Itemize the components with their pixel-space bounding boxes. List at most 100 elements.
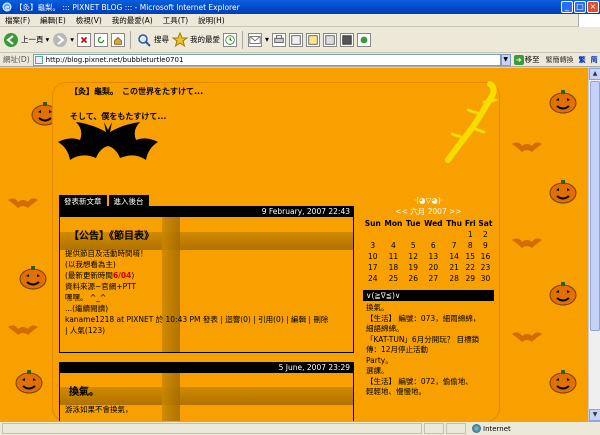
menu-view[interactable]: 檢視(V) <box>71 15 107 26</box>
favorites-button[interactable]: 我的最愛 <box>172 31 220 48</box>
bat-icon <box>58 122 158 160</box>
weekday-header: Wed <box>424 219 443 228</box>
menu-tools[interactable]: 工具(T) <box>158 15 193 26</box>
search-button[interactable]: 搜尋 <box>136 32 169 48</box>
maximize-button[interactable]: □ <box>574 1 586 13</box>
close-button[interactable]: × <box>587 1 599 13</box>
post-text: (最新更新時間6/04) <box>65 270 348 281</box>
calendar-day: 7 <box>451 241 457 250</box>
discuss-icon[interactable] <box>306 32 321 47</box>
recent-post-link[interactable]: 「KAT-TUN」6月分開玩？ 目標鎖 <box>366 335 491 346</box>
calendar-day: 19 <box>408 263 418 272</box>
network-icon[interactable] <box>357 32 372 47</box>
recent-post-link[interactable]: 細語綿綿。 <box>366 324 491 335</box>
recent-post-link[interactable]: 選課。 <box>366 366 491 377</box>
search-label: 搜尋 <box>154 35 170 44</box>
recent-post-link[interactable]: 換氣。 <box>366 303 491 314</box>
address-dropdown-icon[interactable]: ▼ <box>500 53 511 66</box>
go-button[interactable]: ➜ 移至 <box>513 54 540 65</box>
post-text: 嘿嘿。 ^_^ <box>65 293 107 302</box>
update-date-highlight: 6/04 <box>112 271 132 280</box>
status-cell <box>424 423 444 434</box>
weekday-header: Thu <box>446 219 462 228</box>
minimize-button[interactable]: _ <box>561 1 573 13</box>
calendar: Sun Mon Tue Wed Thu Fri Sat 1 2 3 4 5 6 … <box>363 218 494 284</box>
globe-icon <box>472 424 481 433</box>
forward-dropdown-icon[interactable]: ▾ <box>70 35 74 44</box>
toolbar-separator <box>242 30 244 49</box>
calendar-nav[interactable]: << 六月 2007 >> <box>363 207 494 216</box>
calendar-day <box>445 229 464 240</box>
home-icon[interactable] <box>111 32 126 47</box>
recent-post-link[interactable]: Party。 <box>366 356 491 367</box>
traditional-button[interactable]: 繁 <box>579 55 586 65</box>
recent-post-link[interactable]: 【生活】 編號：073，細雨綿綿， <box>366 314 491 325</box>
pumpkin-icon <box>549 282 577 306</box>
simplified-button[interactable]: 简 <box>591 55 598 65</box>
calendar-day: 24 <box>367 274 378 283</box>
toolbar: 上一頁 ▾ ▾ 搜尋 我的最愛 ▾ <box>0 27 600 53</box>
menu-edit[interactable]: 編輯(E) <box>35 15 71 26</box>
weekday-header: Tue <box>405 219 421 228</box>
search-icon <box>138 33 151 47</box>
go-arrow-icon: ➜ <box>513 54 524 65</box>
calendar-day: 25 <box>388 274 399 283</box>
read-more-link[interactable]: ...(繼續閱讀) <box>65 303 348 314</box>
security-zone: Internet <box>472 424 511 433</box>
calendar-day: 30 <box>480 274 491 283</box>
calendar-day: 26 <box>408 274 418 283</box>
calendar-day: 14 <box>449 252 459 261</box>
post-title[interactable]: 換氣。 <box>69 383 348 398</box>
address-url: http://blog.pixnet.net/bubbleturtle0701 <box>45 55 184 64</box>
calendar-day: 23 <box>480 263 491 272</box>
calendar-day: 12 <box>408 252 418 261</box>
calendar-day: 20 <box>428 263 439 272</box>
calendar-day: 16 <box>480 252 491 261</box>
calendar-day: 13 <box>428 252 439 261</box>
toolbar-separator <box>130 30 132 49</box>
scroll-down-icon[interactable]: ▼ <box>589 409 600 421</box>
vertical-scrollbar[interactable]: ▲ ▼ <box>588 68 600 421</box>
menu-file[interactable]: 檔案(F) <box>0 15 35 26</box>
post-title[interactable]: 【公告】《節目表》 <box>69 227 348 242</box>
edit-icon[interactable] <box>289 32 304 47</box>
bat-icon <box>512 332 542 342</box>
back-button[interactable]: 上一頁 ▾ <box>3 32 49 48</box>
messenger-icon[interactable] <box>323 32 338 47</box>
bat-icon <box>512 142 542 152</box>
page-icon <box>34 55 43 64</box>
calendar-day: 21 <box>449 263 459 272</box>
title-bar: e 【灸】龜梨。 ::: PIXNET BLOG ::: - Microsoft… <box>0 0 600 14</box>
refresh-icon[interactable] <box>94 32 109 47</box>
window-title: 【灸】龜梨。 ::: PIXNET BLOG ::: - Microsoft I… <box>15 2 240 12</box>
mail-dropdown-icon[interactable]: ▾ <box>265 35 269 44</box>
menu-help[interactable]: 說明(H) <box>193 15 230 26</box>
forward-button[interactable]: ▾ <box>52 32 74 48</box>
calendar-day: 9 <box>483 241 488 250</box>
stop-icon[interactable] <box>77 32 92 47</box>
post-text-part: (最新更新時間 <box>65 271 113 280</box>
back-arrow-icon <box>4 32 18 47</box>
menu-bar: 檔案(F) 編輯(E) 檢視(V) 我的最愛(A) 工具(T) 說明(H) <box>0 14 600 27</box>
status-text-cell <box>2 423 422 434</box>
ie-logo-icon: e <box>2 2 12 12</box>
post-card: 5 June, 2007 23:29 換氣。 游泳如果不會換氣， <box>59 362 354 421</box>
scroll-thumb[interactable] <box>590 81 600 331</box>
research-icon[interactable] <box>340 32 355 47</box>
address-input[interactable]: http://blog.pixnet.net/bubbleturtle0701 <box>32 53 501 66</box>
bat-icon <box>8 325 38 335</box>
scroll-up-icon[interactable]: ▲ <box>589 68 600 80</box>
history-icon[interactable] <box>223 32 238 47</box>
zone-label: Internet <box>483 424 511 433</box>
recent-post-link[interactable]: 傳：12月停止活動 <box>366 345 491 356</box>
recent-post-link[interactable]: 【生活】 編號：072，偷偷地、 <box>366 377 491 388</box>
mail-icon[interactable] <box>248 32 263 47</box>
menu-favorites[interactable]: 我的最愛(A) <box>107 15 158 26</box>
page-viewport: 【灸】龜梨。 この世界をたすけて... そして、僕をもたすけて... 發表新文章… <box>0 68 588 421</box>
back-dropdown-icon[interactable]: ▾ <box>46 35 50 44</box>
calendar-day: 4 <box>391 241 396 250</box>
post-meta[interactable]: kaname1218 at PIXNET 於 10:43 PM 發表 | 迴響(… <box>65 314 348 325</box>
pumpkin-icon <box>549 370 577 394</box>
print-icon[interactable] <box>272 32 287 47</box>
recent-post-link[interactable]: 輕輕地、慢慢地。 <box>366 387 491 398</box>
